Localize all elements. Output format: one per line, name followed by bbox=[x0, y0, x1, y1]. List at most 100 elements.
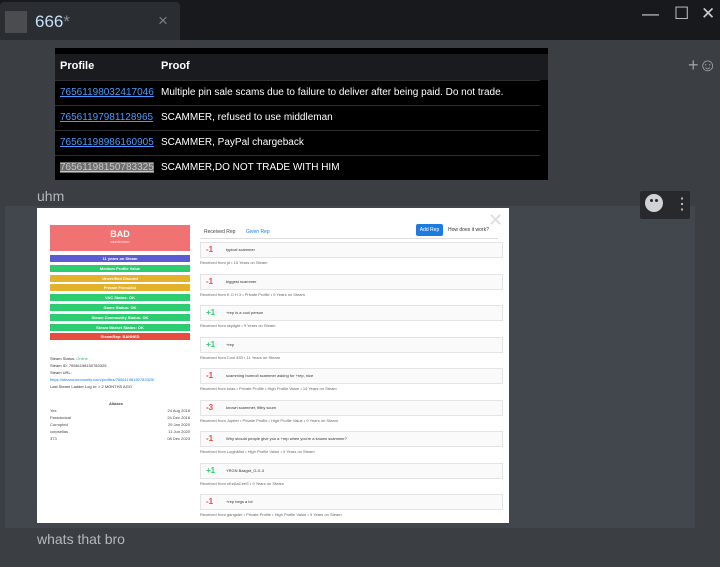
rep-comment: known scammer, filthy scum bbox=[226, 404, 277, 410]
rep-card: +1 +rep is a cool person bbox=[200, 305, 503, 321]
rep-comment: YRGN Bazgot_G-X-3 bbox=[226, 467, 265, 473]
rep-from: Received from jd • 15 Years on Steam bbox=[200, 260, 268, 265]
close-window-button[interactable]: ✕ bbox=[701, 4, 715, 24]
rep-score: -1 bbox=[206, 434, 214, 443]
add-rep-button: Add Rep bbox=[416, 224, 443, 236]
status-pill: Game Status: OK bbox=[50, 304, 190, 311]
rep-from: Received from K O H 3 • Private Profile … bbox=[200, 291, 305, 297]
maximize-button[interactable]: ☐ bbox=[674, 4, 689, 24]
alias-name: corpsellas bbox=[50, 429, 69, 434]
rep-comment: +rep bbox=[226, 341, 235, 347]
proof-text: Multiple pin sale scams due to failure t… bbox=[161, 87, 504, 98]
proof-text: SCAMMER, PayPal chargeback bbox=[161, 137, 304, 148]
chat-message: uhm bbox=[37, 188, 65, 204]
rep-card: -1 typical scammer bbox=[200, 242, 503, 258]
chat-area: +☺ Profile Proof 76561198032417046 Multi… bbox=[0, 40, 720, 567]
status-pill: SteamRep: BANNED bbox=[50, 333, 190, 341]
title-bar: 666* × — ☐ ✕ bbox=[0, 0, 720, 40]
rep-score: -1 bbox=[206, 276, 214, 286]
alias-date: 24 Aug 2018 bbox=[167, 408, 190, 413]
message-actions: ⋮ bbox=[640, 191, 690, 219]
close-tab-icon[interactable]: × bbox=[158, 11, 168, 31]
rep-card: +1 +rep bbox=[200, 336, 503, 353]
rep-from: Received from Cool 453 • 11 Years on Ste… bbox=[200, 354, 281, 360]
status-pill: VAC Status: OK bbox=[50, 294, 190, 302]
status-pill: Medium Profile Value bbox=[50, 264, 190, 272]
rep-card: -1 +rep begs a lot bbox=[200, 494, 503, 510]
rep-comment: +rep begs a lot bbox=[226, 499, 253, 504]
alias-date: 11 Jun 2020 bbox=[168, 429, 190, 434]
table-row: 76561197981128965 SCAMMER, refused to us… bbox=[55, 105, 540, 130]
rep-from: Received from skylight • 9 Years on Stea… bbox=[200, 323, 276, 328]
rep-from: Received from gangster • Private Profile… bbox=[200, 512, 342, 517]
rep-score: +1 bbox=[206, 465, 216, 475]
rep-comment: Why should people give you a +rep when y… bbox=[226, 436, 347, 441]
rep-score: -1 bbox=[206, 497, 214, 506]
how-it-works: How does it work? bbox=[448, 227, 489, 233]
proof-text: SCAMMER, refused to use middleman bbox=[161, 112, 333, 123]
rep-comment: +rep is a cool person bbox=[226, 310, 264, 315]
table-row: 76561198032417046 Multiple pin sale scam… bbox=[55, 80, 540, 105]
alias-row: Yes 24 Aug 2018 bbox=[50, 408, 190, 413]
column-header-profile: Profile bbox=[60, 60, 95, 72]
tab-given-rep: Given Rep bbox=[246, 229, 270, 235]
rep-from: Received from sKeAaCeeS • 9 Years on Ste… bbox=[200, 480, 284, 486]
rep-card: -3 known scammer, filthy scum bbox=[200, 399, 503, 416]
rep-card: -1 biggest scammer bbox=[200, 273, 503, 290]
chat-tab[interactable]: 666* × bbox=[0, 2, 180, 40]
shared-image[interactable]: ✕ BAD REPUTATION 11 years on Steam Medium … bbox=[37, 208, 509, 523]
reputation-badge: BAD REPUTATION bbox=[50, 225, 190, 251]
alias-row: corpsellas 11 Jun 2020 bbox=[50, 429, 190, 434]
more-options-icon[interactable]: ⋮ bbox=[674, 194, 690, 214]
profile-link[interactable]: 76561198032417046 bbox=[60, 87, 154, 98]
status-pill: Steam Community Status: OK bbox=[50, 313, 190, 321]
rep-from: Received from Jupiter • Private Profile … bbox=[200, 417, 338, 423]
rep-score: -1 bbox=[206, 245, 214, 254]
rep-comment: scamming bumroll scammer asking for +rep… bbox=[226, 373, 314, 378]
profile-link[interactable]: 76561198986160905 bbox=[60, 137, 154, 148]
steam-url-label: Steam URL: bbox=[50, 370, 72, 375]
alias-name: Paradoxical bbox=[50, 415, 71, 420]
status-pill: Steam Market Status: OK bbox=[50, 323, 190, 331]
steam-url: https://steamcommunity.com/profiles/7656… bbox=[50, 377, 155, 382]
status-pill: 11 years on Steam bbox=[50, 255, 190, 262]
avatar bbox=[5, 11, 27, 33]
steam-id: Steam ID: 76561198150783325 bbox=[50, 363, 107, 368]
rep-from: Received from tolas • Private Profile • … bbox=[200, 386, 337, 391]
alias-name: Corrupted bbox=[50, 422, 68, 427]
table-row: 76561198986160905 SCAMMER, PayPal charge… bbox=[55, 130, 540, 155]
rep-score: -3 bbox=[206, 402, 214, 412]
rep-score: +1 bbox=[206, 308, 216, 317]
emoji-icon[interactable] bbox=[645, 194, 663, 212]
tab-received-rep: Received Rep bbox=[204, 229, 236, 235]
alias-row: Paradoxical 24 Dec 2018 bbox=[50, 415, 190, 420]
profile-link[interactable]: 76561197981128965 bbox=[60, 112, 153, 123]
steam-status: Steam Status: Online bbox=[50, 356, 88, 361]
chat-message: whats that bro bbox=[37, 531, 125, 547]
status-pill: Private Friendlist bbox=[50, 284, 190, 292]
table-row: 76561198150783325 SCAMMER,DO NOT TRADE W… bbox=[55, 155, 540, 180]
alias-row: 373 08 Dec 2023 bbox=[50, 436, 190, 441]
alias-name: Yes bbox=[50, 408, 57, 413]
tab-title: 666* bbox=[35, 12, 70, 31]
rep-score: -1 bbox=[206, 371, 214, 380]
rep-score: +1 bbox=[206, 339, 216, 349]
minimize-button[interactable]: — bbox=[642, 4, 659, 24]
rep-from: Received from LoginMist • High Profile V… bbox=[200, 449, 315, 454]
aliases-title: Aliases bbox=[109, 401, 124, 406]
rep-card: -1 Why should people give you a +rep when… bbox=[200, 431, 503, 447]
alias-date: 08 Dec 2023 bbox=[167, 436, 190, 441]
proof-text: SCAMMER,DO NOT TRADE WITH HIM bbox=[161, 162, 340, 173]
table-header: Profile Proof bbox=[55, 54, 548, 80]
column-header-proof: Proof bbox=[161, 60, 190, 72]
status-pill: Unverified Discord bbox=[50, 274, 190, 282]
scammer-table: Profile Proof 76561198032417046 Multiple… bbox=[55, 48, 548, 180]
alias-row: Corrupted 29 Jan 2020 bbox=[50, 422, 190, 427]
rep-card: +1 YRGN Bazgot_G-X-3 bbox=[200, 462, 503, 479]
alias-date: 29 Jan 2020 bbox=[167, 422, 190, 427]
add-friend-icon[interactable]: +☺ bbox=[688, 55, 717, 76]
rep-comment: typical scammer bbox=[226, 247, 255, 252]
rep-comment: biggest scammer bbox=[226, 278, 257, 284]
profile-link[interactable]: 76561198150783325 bbox=[60, 162, 154, 173]
alias-name: 373 bbox=[50, 436, 57, 441]
